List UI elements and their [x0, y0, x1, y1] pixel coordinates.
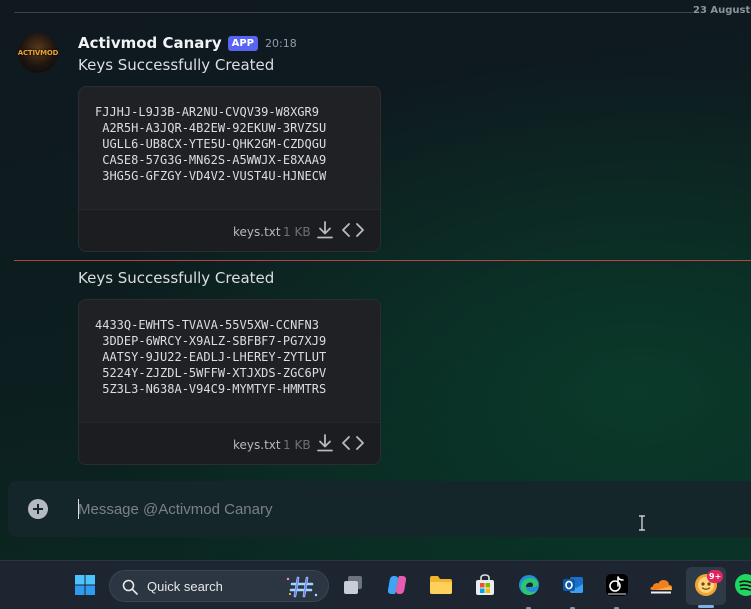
spotify-button[interactable]: [734, 570, 751, 600]
task-view-icon: [344, 576, 362, 594]
taskbar: Quick search 9+: [0, 560, 751, 609]
download-icon[interactable]: [315, 220, 335, 240]
notification-badge: 9+: [707, 570, 724, 583]
cloud-icon: [650, 580, 672, 594]
edge-browser-button[interactable]: [514, 570, 544, 600]
view-code-icon[interactable]: [341, 220, 365, 240]
search-icon: [122, 579, 138, 595]
message-timestamp[interactable]: 20:18: [265, 37, 297, 50]
file-name[interactable]: keys.txt: [233, 225, 281, 239]
date-divider: 23 August 2: [14, 4, 751, 20]
attachment-footer: keys.txt 1 KB: [79, 422, 380, 464]
windows-logo-icon: [75, 575, 95, 595]
outlook-button[interactable]: [558, 570, 588, 600]
taskbar-search[interactable]: Quick search: [109, 570, 329, 602]
message-text: Keys Successfully Created: [78, 56, 275, 74]
task-view-button[interactable]: [338, 570, 368, 600]
author-name[interactable]: Activmod Canary: [78, 34, 222, 52]
outlook-icon: [563, 577, 583, 593]
windows-start-button[interactable]: [70, 570, 100, 600]
store-bag-icon: [476, 574, 494, 595]
search-highlight-icon: [286, 576, 318, 598]
download-icon[interactable]: [315, 433, 335, 453]
view-code-icon[interactable]: [341, 433, 365, 453]
cloudflare-warp-button[interactable]: [646, 570, 676, 600]
file-explorer-button[interactable]: [426, 570, 456, 600]
folder-icon: [430, 576, 452, 594]
date-label: 23 August 2: [693, 5, 751, 16]
edge-icon: [519, 575, 539, 595]
divider-line: [14, 12, 693, 13]
attachment-footer: keys.txt 1 KB: [79, 209, 380, 251]
new-messages-divider: [14, 260, 751, 261]
ibeam-cursor-icon: [639, 515, 645, 531]
microsoft-store-button[interactable]: [470, 570, 500, 600]
message-input[interactable]: [78, 498, 718, 520]
search-label: Quick search: [147, 579, 223, 594]
file-size: 1 KB: [283, 225, 311, 239]
code-preview: FJJHJ-L9J3B-AR2NU-CVQV39-W8XGR9 A2R5H-A3…: [95, 105, 327, 183]
file-size: 1 KB: [283, 438, 311, 452]
text-caret: [78, 499, 79, 519]
tiktok-icon: [606, 574, 628, 596]
message-text: Keys Successfully Created: [78, 269, 275, 287]
copilot-icon: [387, 576, 407, 594]
code-preview: 4433Q-EWHTS-TVAVA-55V5XW-CCNFN3 3DDEP-6W…: [95, 318, 327, 396]
add-attachment-button[interactable]: [28, 499, 48, 519]
message-header: Activmod Canary APP 20:18: [78, 34, 297, 52]
chat-area: 23 August 2 ACTIVMOD Activmod Canary APP…: [0, 0, 751, 560]
avatar-logo-text: ACTIVMOD: [18, 49, 58, 57]
active-indicator: [698, 605, 714, 608]
copilot-button[interactable]: [382, 570, 412, 600]
spotify-icon: [735, 574, 751, 596]
avatar[interactable]: ACTIVMOD: [18, 33, 58, 73]
file-name[interactable]: keys.txt: [233, 438, 281, 452]
tiktok-button[interactable]: [602, 570, 632, 600]
app-badge: APP: [227, 35, 258, 51]
file-attachment: 4433Q-EWHTS-TVAVA-55V5XW-CCNFN3 3DDEP-6W…: [78, 299, 381, 465]
file-attachment: FJJHJ-L9J3B-AR2NU-CVQV39-W8XGR9 A2R5H-A3…: [78, 86, 381, 252]
